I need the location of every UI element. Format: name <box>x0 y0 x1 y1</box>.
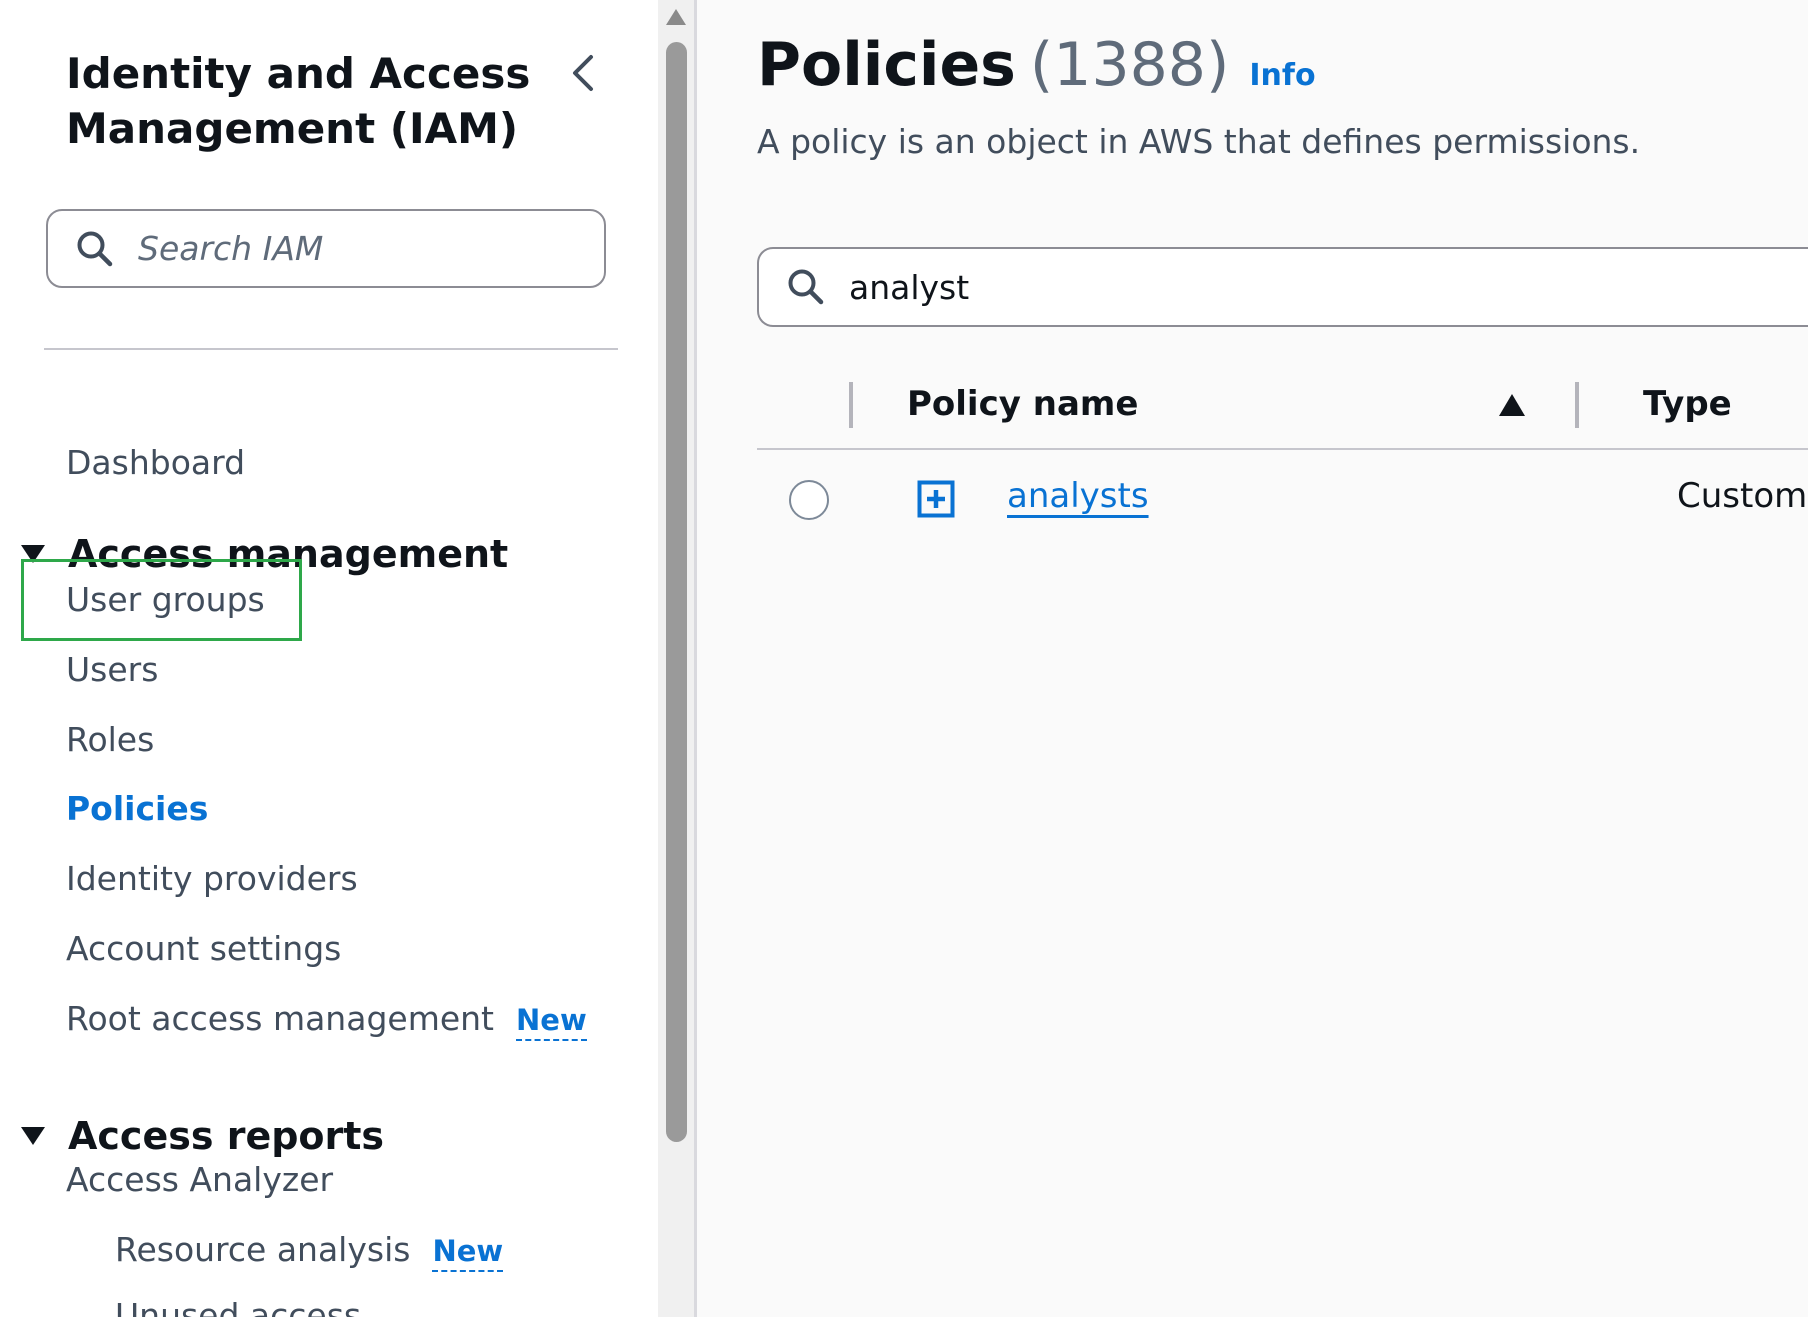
section-access-reports[interactable]: Access reports <box>20 1114 384 1158</box>
column-header-policy-name[interactable]: Policy name <box>907 384 1138 424</box>
section-access-management[interactable]: Access management <box>20 532 508 576</box>
column-separator[interactable] <box>1575 382 1579 428</box>
sidebar: Identity and Access Management (IAM) Das… <box>0 0 658 1317</box>
sidebar-item-root-access-management[interactable]: Root access management New <box>66 999 587 1041</box>
page-title: Policies <box>757 30 1016 100</box>
sidebar-search-input[interactable] <box>136 228 576 269</box>
collapse-sidebar-button[interactable] <box>560 50 606 96</box>
table-header: Policy name Type <box>757 372 1808 450</box>
section-label: Access management <box>68 532 509 576</box>
row-radio[interactable] <box>789 480 829 520</box>
sidebar-item-label: Root access management <box>66 999 495 1038</box>
sidebar-item-resource-analysis[interactable]: Resource analysis New <box>115 1230 504 1272</box>
scroll-up-arrow-icon[interactable] <box>665 8 687 26</box>
search-icon <box>76 228 118 270</box>
page-header: Policies (1388) Info <box>757 30 1316 100</box>
sidebar-item-roles[interactable]: Roles <box>66 720 154 759</box>
sidebar-item-identity-providers[interactable]: Identity providers <box>66 859 358 898</box>
scrollbar-thumb[interactable] <box>666 42 687 1142</box>
sidebar-item-policies[interactable]: Policies <box>66 789 208 828</box>
sidebar-item-users[interactable]: Users <box>66 650 158 689</box>
sidebar-divider <box>44 348 618 350</box>
expand-plus-icon[interactable] <box>917 480 955 518</box>
main-content: Policies (1388) Info A policy is an obje… <box>697 0 1808 1317</box>
policy-filter-input[interactable] <box>847 266 1747 308</box>
caret-down-icon <box>21 545 45 563</box>
new-badge[interactable]: New <box>432 1234 504 1272</box>
column-separator[interactable] <box>849 382 853 428</box>
column-header-type[interactable]: Type <box>1643 384 1732 424</box>
table-row: analysts Customer m <box>757 452 1808 550</box>
policy-count: (1388) <box>1029 30 1230 100</box>
sidebar-item-account-settings[interactable]: Account settings <box>66 929 341 968</box>
info-link[interactable]: Info <box>1249 58 1315 93</box>
section-label: Access reports <box>68 1114 385 1158</box>
sidebar-title: Identity and Access Management (IAM) <box>66 49 531 153</box>
search-icon <box>787 266 829 308</box>
sidebar-item-access-analyzer[interactable]: Access Analyzer <box>66 1160 333 1199</box>
new-badge[interactable]: New <box>516 1003 587 1041</box>
caret-down-icon <box>21 1127 45 1145</box>
chevron-left-icon <box>573 55 593 91</box>
policy-name-link[interactable]: analysts <box>1007 476 1149 516</box>
sidebar-item-unused-access[interactable]: Unused access <box>115 1296 361 1317</box>
page-description: A policy is an object in AWS that define… <box>757 122 1641 161</box>
sidebar-item-label: Resource analysis <box>115 1230 411 1269</box>
sidebar-item-dashboard[interactable]: Dashboard <box>66 443 245 482</box>
policy-type: Customer m <box>1677 476 1808 516</box>
sidebar-search[interactable] <box>46 209 606 288</box>
sidebar-item-user-groups[interactable]: User groups <box>66 580 265 619</box>
sort-ascending-icon[interactable] <box>1497 392 1527 418</box>
policy-filter[interactable] <box>757 247 1808 327</box>
